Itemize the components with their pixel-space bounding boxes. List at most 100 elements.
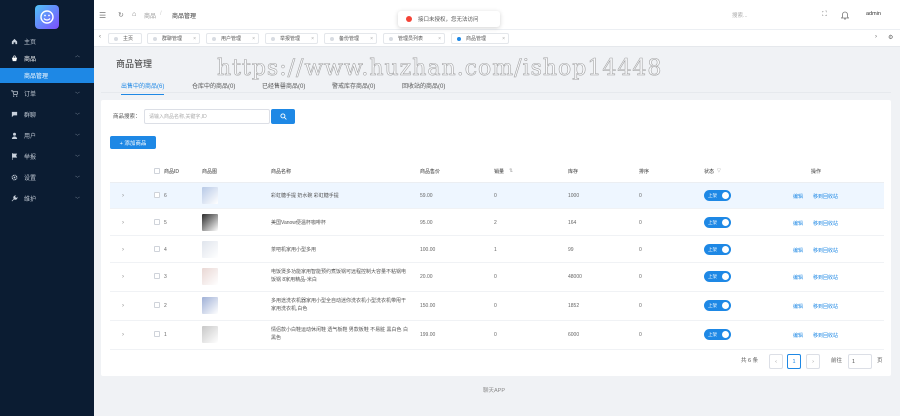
table-row[interactable]: › 6 彩虹糖手提 奶水碗 彩虹糖手提 59.00 0 1000 0 上架 编辑… — [110, 183, 884, 209]
table-row[interactable]: › 5 美国Vanow便温杯咖啡杯 95.00 2 164 0 上架 编辑 移到… — [110, 210, 884, 236]
edit-link[interactable]: 编辑 — [793, 247, 803, 254]
row-checkbox[interactable] — [154, 331, 160, 337]
breadcrumb-home[interactable]: 商品 — [144, 11, 156, 20]
sidebar-item-users[interactable]: 用户 ﹀ — [0, 125, 94, 146]
expand-icon[interactable]: › — [122, 332, 124, 338]
tab-reports[interactable]: 举报管理 × — [265, 33, 318, 44]
tab-label: 举报管理 — [280, 36, 301, 42]
error-icon — [406, 16, 412, 22]
status-toggle[interactable]: 上架 — [704, 271, 731, 282]
home-icon[interactable]: ⌂ — [132, 11, 136, 18]
sidebar-item-reports[interactable]: 举报 ﹀ — [0, 146, 94, 167]
next-page-button[interactable]: › — [806, 354, 820, 369]
col-status[interactable]: 状态 — [704, 168, 714, 175]
table-row[interactable]: › 3 电饭煲多功能家用智能预约煮饭锅可远程控制大容量不粘锅电饭锅 8家用精品-… — [110, 264, 884, 292]
expand-icon[interactable]: › — [122, 193, 124, 199]
error-toast: 接口未授权，您无法访问 — [398, 11, 500, 27]
select-all-checkbox[interactable] — [154, 168, 160, 174]
tab-goods-manage[interactable]: 商品管理 × — [451, 33, 509, 44]
expand-icon[interactable]: › — [122, 303, 124, 309]
status-toggle[interactable]: 上架 — [704, 300, 731, 311]
tab-users[interactable]: 用户管理 × — [206, 33, 259, 44]
expand-icon[interactable]: › — [122, 220, 124, 226]
fullscreen-icon[interactable]: ⛶ — [822, 11, 827, 19]
toggle-label: 上架 — [708, 246, 717, 252]
row-checkbox[interactable] — [154, 246, 160, 252]
user-menu[interactable]: admin — [866, 11, 881, 17]
tabs-scroll-right-icon[interactable]: › — [875, 34, 877, 40]
cell-name: 彩虹糖手提 奶水碗 彩虹糖手提 — [271, 193, 339, 199]
add-goods-button[interactable]: + 添加商品 — [110, 136, 156, 149]
chat-icon — [11, 111, 18, 118]
row-checkbox[interactable] — [154, 302, 160, 308]
edit-link[interactable]: 编辑 — [793, 274, 803, 281]
edit-link[interactable]: 编辑 — [793, 193, 803, 200]
tab-backup[interactable]: 备份管理 × — [324, 33, 377, 44]
cell-sort: 0 — [639, 332, 642, 338]
status-toggle[interactable]: 上架 — [704, 244, 731, 255]
status-toggle[interactable]: 上架 — [704, 329, 731, 340]
sidebar-item-orders[interactable]: 订单 ﹀ — [0, 83, 94, 104]
cell-sales: 0 — [494, 332, 497, 338]
breadcrumb-current: 商品管理 — [172, 14, 197, 20]
sidebar-item-groupchat[interactable]: 群聊 ﹀ — [0, 104, 94, 125]
goods-search-input[interactable]: 请输入商品名称,关键字,ID — [144, 109, 270, 124]
tab-home[interactable]: 主页 — [108, 33, 142, 44]
edit-link[interactable]: 编辑 — [793, 220, 803, 227]
close-icon[interactable]: × — [438, 36, 441, 42]
toggle-knob — [722, 302, 729, 309]
status-toggle[interactable]: 上架 — [704, 190, 731, 201]
tabs-menu-icon[interactable]: ⚙ — [888, 34, 893, 41]
header-search[interactable]: 搜索... — [732, 11, 748, 19]
col-sales[interactable]: 销量 — [494, 168, 504, 175]
sidebar-item-settings[interactable]: 设置 ﹀ — [0, 167, 94, 188]
sort-icon[interactable]: ⇅ — [509, 168, 513, 174]
edit-link[interactable]: 编辑 — [793, 303, 803, 310]
close-icon[interactable]: × — [252, 36, 255, 42]
goods-card: 商品搜索： 请输入商品名称,关键字,ID + 添加商品 商品ID 商品图 商品名… — [101, 100, 891, 376]
refresh-icon[interactable]: ↻ — [118, 11, 124, 19]
subtab-sold-out[interactable]: 已经售罄商品(0) — [262, 81, 305, 90]
edit-link[interactable]: 编辑 — [793, 332, 803, 339]
search-button[interactable] — [271, 109, 295, 124]
table-row[interactable]: › 1 情侣款小白鞋运动休闲鞋 透气板鞋 男款板鞋 不易脏 黑白色 白黑色 19… — [110, 322, 884, 350]
sidebar-item-goods[interactable]: 商品 ︿ — [0, 48, 94, 68]
subtab-recycle-bin[interactable]: 回收站的商品(0) — [402, 81, 445, 90]
table-row[interactable]: › 2 多用途洗衣机器家用小型全自动迷你洗衣机小型洗衣机带甩干 家用洗衣机,白色… — [110, 293, 884, 321]
prev-page-button[interactable]: ‹ — [769, 354, 783, 369]
goto-page-input[interactable]: 1 — [848, 354, 872, 369]
recycle-link[interactable]: 移到回收站 — [813, 193, 838, 200]
expand-icon[interactable]: › — [122, 247, 124, 253]
subtab-on-sale[interactable]: 出售中的商品(6) — [121, 81, 165, 95]
close-icon[interactable]: × — [502, 36, 505, 42]
recycle-link[interactable]: 移到回收站 — [813, 303, 838, 310]
cell-stock: 48000 — [568, 274, 582, 280]
close-icon[interactable]: × — [311, 36, 314, 42]
tab-admins[interactable]: 管理员列表 × — [383, 33, 445, 44]
page-button-current[interactable]: 1 — [787, 354, 801, 369]
app-logo[interactable] — [35, 5, 59, 29]
sidebar-item-maintenance[interactable]: 维护 ﹀ — [0, 188, 94, 209]
row-checkbox[interactable] — [154, 219, 160, 225]
tabs-scroll-left-icon[interactable]: ‹ — [99, 34, 101, 40]
recycle-link[interactable]: 移到回收站 — [813, 332, 838, 339]
recycle-link[interactable]: 移到回收站 — [813, 247, 838, 254]
subtab-warehouse[interactable]: 仓库中的商品(0) — [192, 81, 235, 90]
bell-icon[interactable] — [840, 11, 850, 22]
tab-groupchat[interactable]: 群聊管理 × — [147, 33, 200, 44]
recycle-link[interactable]: 移到回收站 — [813, 220, 838, 227]
sidebar-subitem-goods-manage[interactable]: 商品管理 — [0, 68, 94, 83]
close-icon[interactable]: × — [193, 36, 196, 42]
status-toggle[interactable]: 上架 — [704, 217, 731, 228]
menu-toggle-icon[interactable]: ☰ — [99, 11, 106, 20]
expand-icon[interactable]: › — [122, 274, 124, 280]
close-icon[interactable]: × — [370, 36, 373, 42]
subtab-low-stock[interactable]: 警戒库存商品(0) — [332, 81, 375, 90]
row-checkbox[interactable] — [154, 273, 160, 279]
filter-icon[interactable]: ▽ — [717, 168, 721, 174]
row-checkbox[interactable] — [154, 192, 160, 198]
recycle-link[interactable]: 移到回收站 — [813, 274, 838, 281]
tab-dot-icon — [330, 37, 334, 41]
sidebar-item-home[interactable]: 主页 — [0, 34, 94, 48]
table-row[interactable]: › 4 茶吧机家用小型多用 100.00 1 99 0 上架 编辑 移到回收站 — [110, 237, 884, 263]
